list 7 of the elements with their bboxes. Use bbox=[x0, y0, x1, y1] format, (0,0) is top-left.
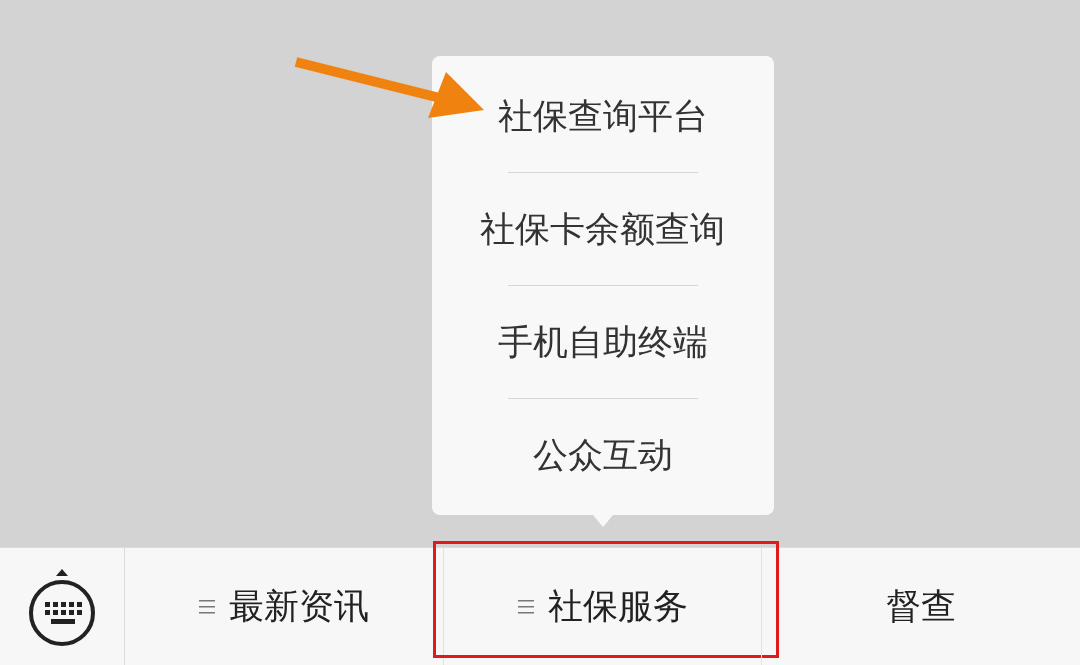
menu-item[interactable]: 手机自助终端 bbox=[431, 286, 774, 398]
menu-item[interactable]: 社保查询平台 bbox=[431, 60, 774, 172]
menu-tab[interactable]: 最新资讯 bbox=[188, 577, 379, 636]
menu-tab[interactable]: 督查 bbox=[876, 577, 967, 636]
menu-item[interactable]: 公众互动 bbox=[431, 399, 774, 511]
menu-tab[interactable]: 社保服务 bbox=[507, 577, 698, 636]
menu-item[interactable]: 社保卡余额查询 bbox=[431, 173, 774, 285]
